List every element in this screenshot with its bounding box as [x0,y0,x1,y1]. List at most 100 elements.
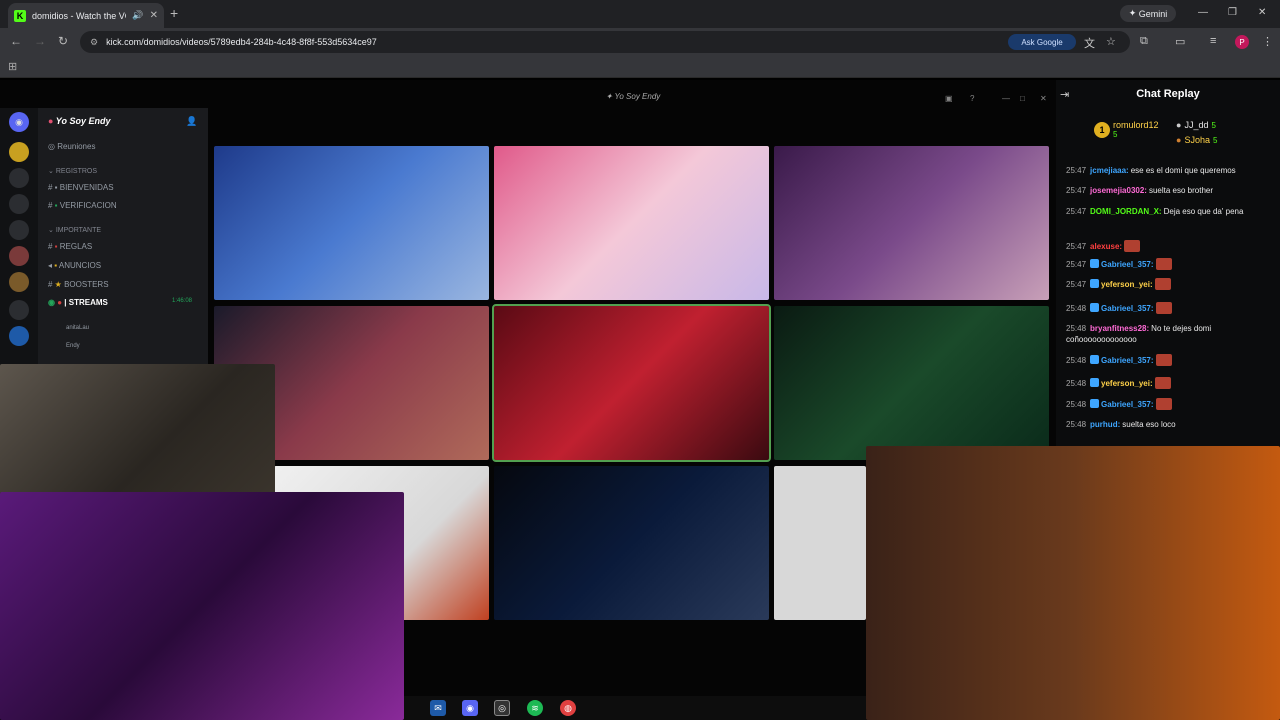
message-user[interactable]: bryanfitness28: [1090,324,1149,333]
gift-count: 5 [1212,135,1218,145]
close-window-icon[interactable]: ✕ [1258,7,1266,18]
bookmark-star-icon[interactable]: ☆ [1106,35,1116,48]
gifter-name: JJ_dd [1184,120,1209,130]
ask-google-button[interactable]: Ask Google [1008,34,1076,50]
server-icon [9,246,29,266]
gifter-badge-icon: ● [1176,135,1182,145]
top-gifter[interactable]: ● JJ_dd 5 [1176,120,1216,130]
apps-grid-icon[interactable]: ⊞ [8,60,17,73]
emote-icon [1155,302,1172,314]
address-bar[interactable]: ⚙ kick.com/domidios/videos/5789edb4-284b… [80,31,1130,53]
channel-item: # ▪ BIENVENIDAS [48,183,114,192]
message-user[interactable]: yeferson_yei: [1101,379,1153,388]
inbox-icon: ▣ [945,94,953,103]
message-user[interactable]: yeferson_yei: [1101,280,1153,289]
split-view-icon[interactable]: ▭ [1175,35,1185,48]
message-user[interactable]: Gabrieel_357: [1101,304,1153,313]
server-name-text: Yo Soy Endy [55,116,111,126]
forward-icon[interactable]: → [34,34,46,48]
call-tile [774,466,866,620]
extensions-icon[interactable]: ⧉ [1140,35,1148,48]
gemini-button[interactable]: ✦ Gemini [1120,5,1176,22]
gemini-label: Gemini [1138,8,1168,19]
browser-tab[interactable]: K domidios - Watch the VOD 🔊 ✕ [8,3,164,28]
profile-avatar[interactable]: P [1235,35,1249,49]
speaker-icon[interactable]: 🔊 [132,10,143,21]
message-time: 25:47 [1066,260,1087,269]
message-time: 25:47 [1066,186,1087,195]
translate-icon[interactable]: 文 [1084,35,1095,51]
message-user[interactable]: purhud: [1090,420,1120,429]
server-icon [9,326,29,346]
emote-icon [1155,398,1172,410]
top-gifter[interactable]: ● SJoha 5 [1176,135,1217,145]
top-gifter[interactable]: 1 romulord12 5 [1094,120,1159,140]
menu-icon[interactable]: ⋮ [1262,35,1273,48]
emote-icon [1155,258,1172,270]
message-user[interactable]: Gabrieel_357: [1101,356,1153,365]
media-icon[interactable]: ≡ [1210,35,1216,47]
server-icon [9,142,29,162]
gift-count: 5 [1211,120,1216,130]
call-tile [774,306,1049,460]
minimize-icon[interactable]: — [1198,7,1208,18]
channel-item: ◎ Reuniones [48,142,96,151]
new-tab-button[interactable]: + [170,5,178,21]
chat-message: 25:48 Gabrieel_357: [1066,302,1266,314]
back-icon[interactable]: ← [10,34,22,48]
message-time: 25:48 [1066,356,1087,365]
url-text: kick.com/domidios/videos/5789edb4-284b-4… [106,37,377,47]
server-icon [9,194,29,214]
webcam-overlay [0,364,275,494]
discord-close-icon: ✕ [1040,94,1047,103]
channel-item: ◂ ▪ ANUNCIOS [48,261,102,270]
chat-message: 25:47 jcmejiaaa: ese es el domi que querem… [1066,165,1266,176]
chat-message: 25:48 Gabrieel_357: [1066,398,1266,410]
discord-title-text: Yo Soy Endy [614,92,661,101]
restore-icon[interactable]: ❐ [1228,7,1237,18]
message-time: 25:48 [1066,304,1087,313]
message-user[interactable]: Gabrieel_357: [1101,400,1153,409]
message-text: Deja eso que da' pena [1163,207,1244,216]
chat-title: Chat Replay [1136,88,1200,100]
chat-message: 25:47 josemejia0302: suelta eso brother [1066,185,1266,196]
app-icon: ◍ [560,700,576,716]
call-tile [214,146,489,300]
chat-message: 25:48 yeferson_yei: [1066,377,1266,389]
chat-message: 25:48 Gabrieel_357: [1066,354,1266,366]
streamer-webcam [866,446,1280,720]
message-user[interactable]: Gabrieel_357: [1101,260,1153,269]
bookmarks-bar [0,56,1280,78]
spotify-icon: ≋ [527,700,543,716]
call-tile-speaking [492,304,771,462]
webcam-overlay [0,492,404,720]
badge-icon [1090,399,1100,408]
reload-icon[interactable]: ↻ [58,34,68,48]
message-user[interactable]: DOMI_JORDAN_X: [1090,207,1162,216]
live-duration: 1:46:08 [172,298,193,304]
message-text: ese es el domi que queremos [1130,166,1236,175]
close-tab-icon[interactable]: ✕ [150,10,158,21]
badge-icon [1090,259,1100,268]
gifter-name: SJoha [1184,135,1210,145]
message-time: 25:47 [1066,242,1087,251]
channel-label: REGLAS [59,242,93,251]
help-icon: ? [970,94,975,103]
gifter-badge-icon: ● [1176,120,1182,130]
message-user[interactable]: alexuse: [1090,242,1122,251]
emote-icon [1124,240,1141,252]
discord-maximize-icon: □ [1020,94,1025,103]
voice-user: anitaLau [66,325,89,331]
message-time: 25:48 [1066,400,1087,409]
chrome-icon: ◎ [494,700,510,716]
chat-message: 25:48 bryanfitness28: No te dejes domi coñ… [1066,323,1266,345]
message-user[interactable]: josemejia0302: [1090,186,1147,195]
message-user[interactable]: jcmejiaaa: [1090,166,1129,175]
message-time: 25:48 [1066,379,1087,388]
message-time: 25:47 [1066,207,1087,216]
server-badge-icon: ● [48,116,54,126]
gift-count: 5 [1113,130,1118,139]
chat-message: 25:47 DOMI_JORDAN_X: Deja eso que da' pena [1066,206,1266,217]
voice-user: Endy [66,343,80,349]
site-info-icon[interactable]: ⚙ [90,37,98,48]
